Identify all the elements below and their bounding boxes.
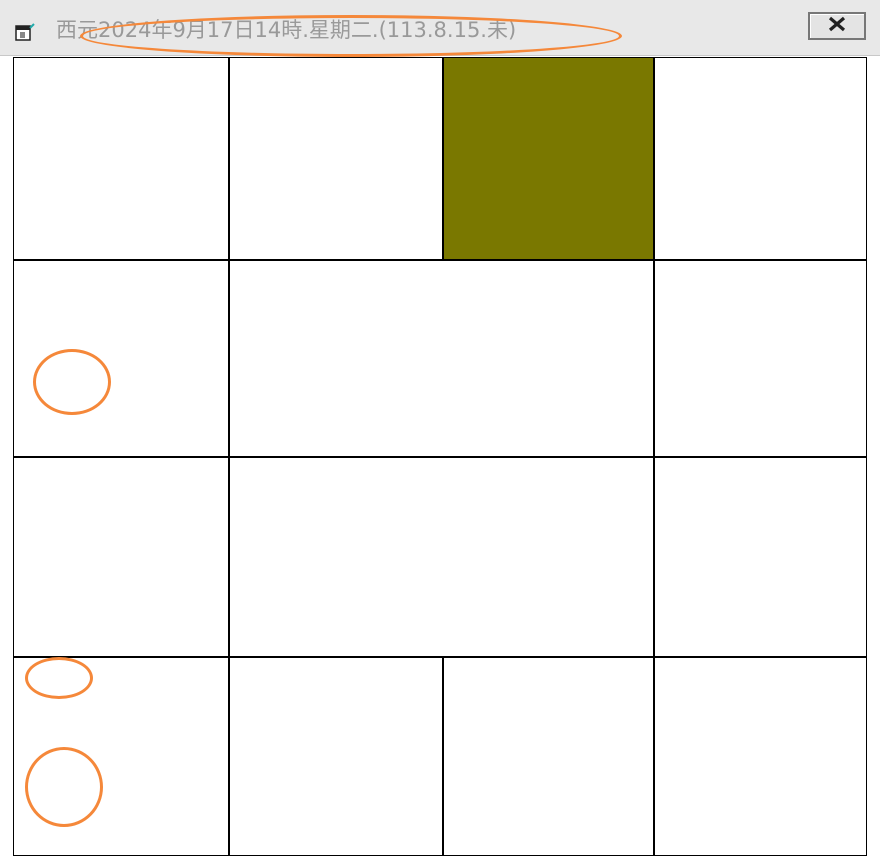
title-bar: 西元2024年9月17日14時.星期二.(113.8.15.未) bbox=[0, 0, 880, 57]
palace-chou[interactable] bbox=[229, 657, 443, 856]
palace-wu[interactable] bbox=[229, 57, 443, 260]
palace-zi[interactable] bbox=[443, 657, 654, 856]
window-title: 西元2024年9月17日14時.星期二.(113.8.15.未) bbox=[56, 18, 517, 42]
palace-you[interactable] bbox=[654, 260, 867, 457]
palace-mao[interactable] bbox=[13, 457, 229, 657]
palace-si[interactable] bbox=[13, 57, 229, 260]
palace-wei[interactable] bbox=[443, 57, 654, 260]
palace-shen[interactable] bbox=[654, 57, 867, 260]
chart-board bbox=[13, 57, 867, 856]
center-info-top bbox=[229, 260, 654, 457]
app-window-icon[interactable] bbox=[14, 22, 36, 44]
center-info-bottom bbox=[229, 457, 654, 657]
palace-yin[interactable] bbox=[13, 657, 229, 856]
close-x-icon[interactable] bbox=[826, 15, 848, 37]
palace-hai[interactable] bbox=[654, 657, 867, 856]
close-button[interactable] bbox=[808, 12, 866, 40]
palace-xu[interactable] bbox=[654, 457, 867, 657]
palace-chen[interactable] bbox=[13, 260, 229, 457]
